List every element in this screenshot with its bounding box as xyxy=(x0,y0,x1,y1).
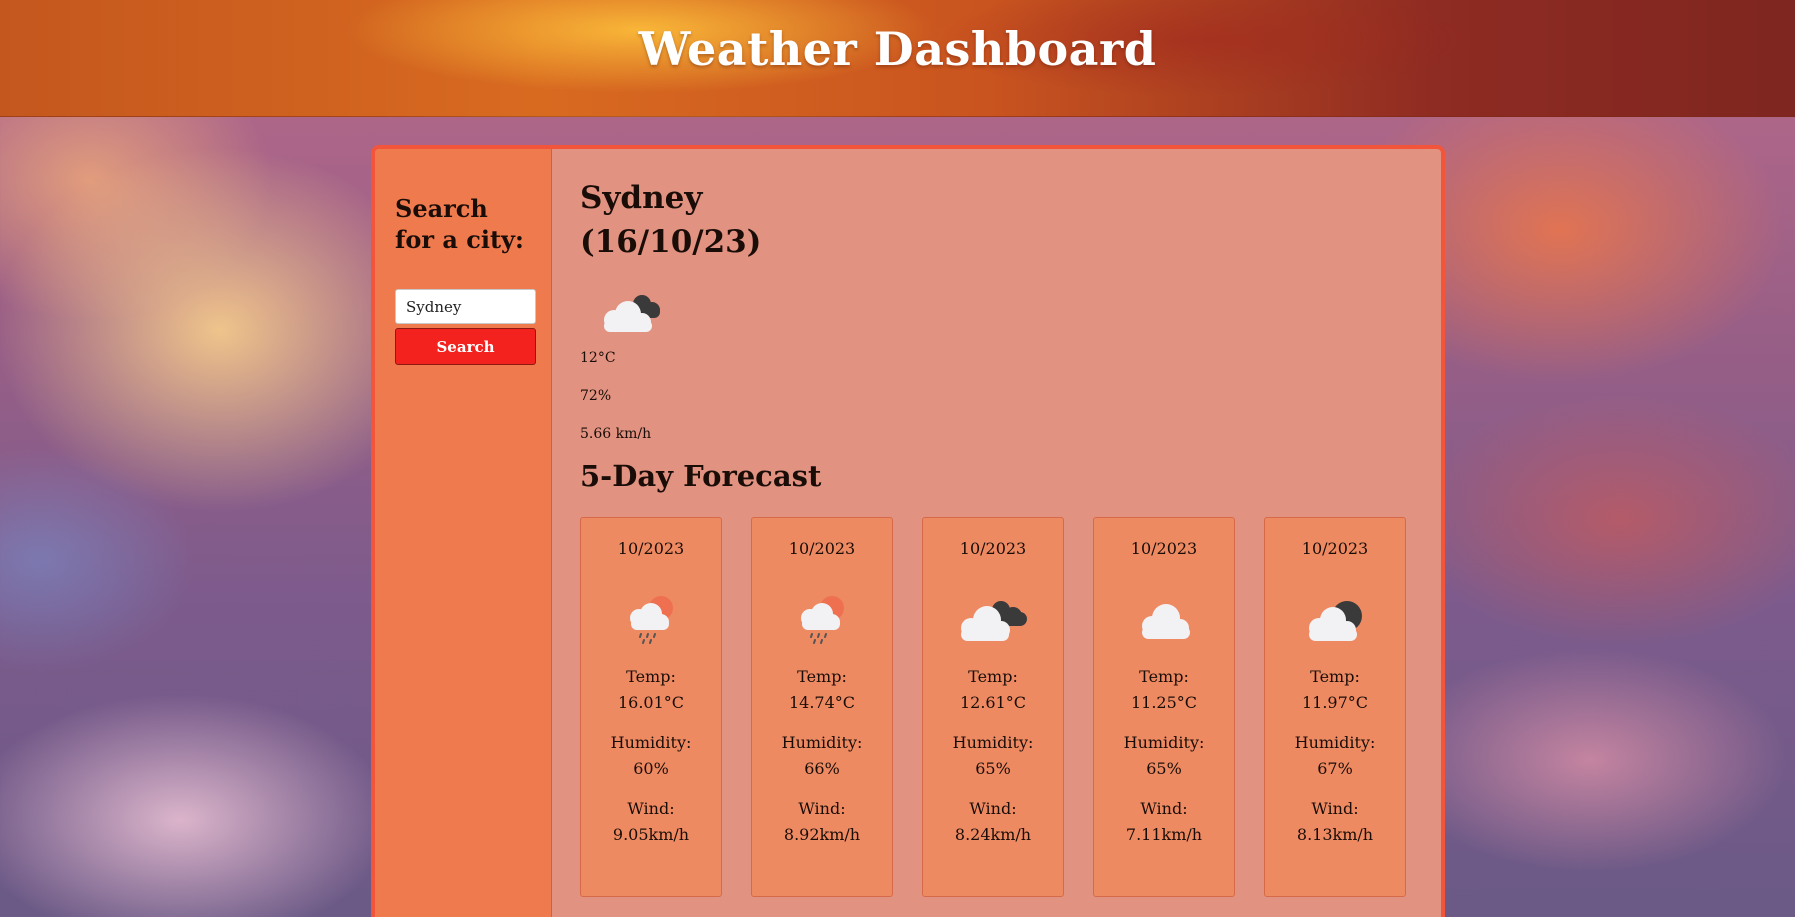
humidity-value: 60% xyxy=(633,759,669,778)
forecast-date: 10/2023 xyxy=(788,539,856,558)
forecast-date: 10/2023 xyxy=(617,539,685,558)
wind-value: 7.11km/h xyxy=(1125,825,1203,844)
humidity-value: 66% xyxy=(804,759,840,778)
forecast-card: 10/2023 Temp: 12.61°C Humidity: 65% Wind… xyxy=(922,517,1064,897)
city-search-input[interactable] xyxy=(395,289,536,324)
forecast-date: 10/2023 xyxy=(959,539,1027,558)
rain-sun-icon xyxy=(784,594,860,650)
current-city-name: Sydney xyxy=(580,180,703,216)
search-heading: Search for a city: xyxy=(395,193,551,255)
forecast-card: 10/2023 Temp: 11.25°C Humidity: 65% Wind… xyxy=(1093,517,1235,897)
current-city-title: Sydney (16/10/23) xyxy=(580,176,780,264)
dashboard-panel: Search for a city: Search Sydney (16/10/… xyxy=(371,145,1445,917)
forecast-card: 10/2023 Temp: 11.97°C Humidity: 67% Wind… xyxy=(1264,517,1406,897)
humidity-value: 65% xyxy=(1146,759,1182,778)
temp-value: 11.25°C xyxy=(1130,693,1198,712)
temp-value: 14.74°C xyxy=(788,693,856,712)
page-title: Weather Dashboard xyxy=(638,22,1157,76)
search-button[interactable]: Search xyxy=(395,328,536,365)
weather-main: Sydney (16/10/23) 12°C 72% 5.66 km/h 5-D… xyxy=(552,149,1441,917)
humidity-label: Humidity: xyxy=(952,733,1034,752)
temp-value: 12.61°C xyxy=(959,693,1027,712)
humidity-label: Humidity: xyxy=(1123,733,1205,752)
wind-label: Wind: xyxy=(969,799,1017,818)
wind-value: 8.13km/h xyxy=(1296,825,1374,844)
wind-label: Wind: xyxy=(1140,799,1188,818)
wind-value: 8.24km/h xyxy=(954,825,1032,844)
wind-value: 8.92km/h xyxy=(783,825,861,844)
humidity-value: 65% xyxy=(975,759,1011,778)
broken-clouds-icon xyxy=(955,594,1031,650)
cloud-moon-icon xyxy=(1297,594,1373,650)
forecast-cards: 10/2023 Temp: 16.01°C Humidity: 60% Wind… xyxy=(580,517,1441,897)
search-heading-text: Search for a city: xyxy=(395,194,524,254)
wind-label: Wind: xyxy=(798,799,846,818)
temp-label: Temp: xyxy=(1139,667,1189,686)
humidity-label: Humidity: xyxy=(781,733,863,752)
search-sidebar: Search for a city: Search xyxy=(375,149,552,917)
temp-value: 16.01°C xyxy=(617,693,685,712)
forecast-title: 5-Day Forecast xyxy=(580,459,822,493)
temp-label: Temp: xyxy=(797,667,847,686)
humidity-value: 67% xyxy=(1317,759,1353,778)
temp-value: 11.97°C xyxy=(1301,693,1369,712)
temp-label: Temp: xyxy=(1310,667,1360,686)
partly-cloudy-night-icon xyxy=(592,286,664,336)
forecast-card: 10/2023 xyxy=(751,517,893,897)
page-header: Weather Dashboard xyxy=(0,0,1795,117)
current-humidity: 72% xyxy=(580,388,612,404)
temp-label: Temp: xyxy=(626,667,676,686)
wind-value: 9.05km/h xyxy=(612,825,690,844)
forecast-date: 10/2023 xyxy=(1301,539,1369,558)
temp-label: Temp: xyxy=(968,667,1018,686)
forecast-card: 10/2023 xyxy=(580,517,722,897)
wind-label: Wind: xyxy=(1311,799,1359,818)
cloud-icon xyxy=(1126,594,1202,650)
humidity-label: Humidity: xyxy=(1294,733,1376,752)
current-temp: 12°C xyxy=(580,350,616,366)
wind-label: Wind: xyxy=(627,799,675,818)
current-date: (16/10/23) xyxy=(580,224,762,260)
humidity-label: Humidity: xyxy=(610,733,692,752)
rain-sun-icon xyxy=(613,594,689,650)
forecast-date: 10/2023 xyxy=(1130,539,1198,558)
